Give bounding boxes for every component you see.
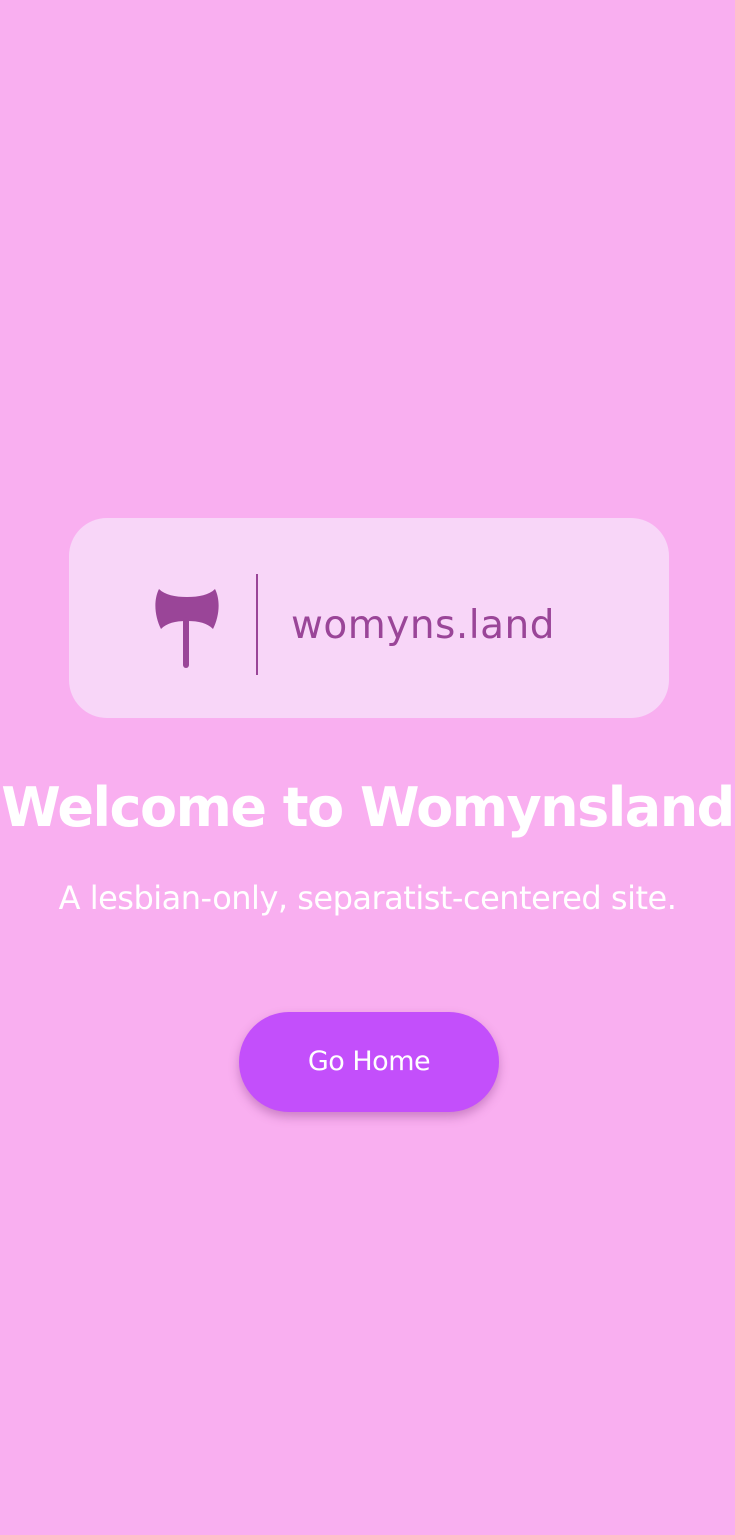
page-subtitle: A lesbian-only, separatist-centered site… <box>58 879 677 917</box>
go-home-button[interactable]: Go Home <box>239 1012 499 1112</box>
labrys-icon <box>155 589 219 668</box>
page-title: Welcome to Womynsland <box>1 776 735 839</box>
logo-divider <box>256 574 258 675</box>
page: womyns.land Welcome to Womynsland A lesb… <box>0 0 735 1535</box>
logo-text: womyns.land <box>291 603 555 648</box>
